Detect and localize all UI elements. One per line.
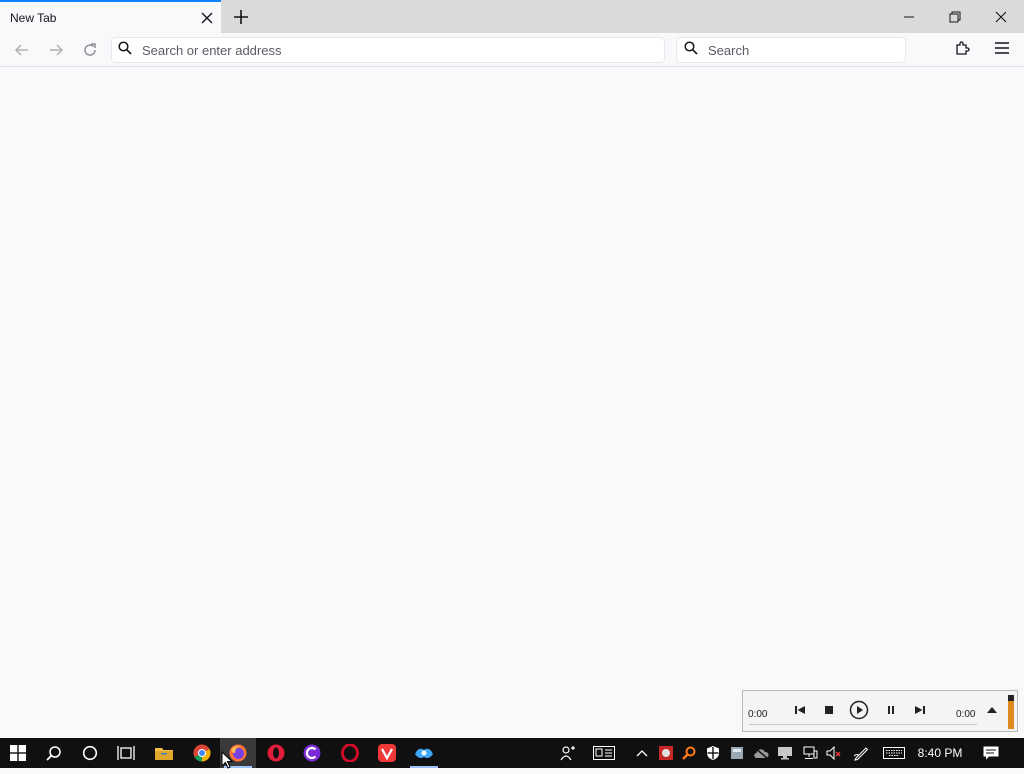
search-icon[interactable] — [36, 738, 72, 768]
menu-button[interactable] — [989, 37, 1015, 63]
media-player-widget: 0:00 0:00 — [742, 690, 1018, 732]
taskbar: 8:40 PM — [0, 738, 1024, 768]
restore-button[interactable] — [932, 0, 978, 33]
play-button[interactable] — [848, 699, 870, 721]
opera-icon[interactable] — [332, 738, 368, 768]
people-icon[interactable] — [556, 738, 580, 768]
volume-muted-icon[interactable] — [823, 738, 845, 768]
cortana-icon[interactable] — [72, 738, 108, 768]
forward-button[interactable] — [43, 37, 69, 63]
reload-button[interactable] — [77, 37, 103, 63]
taskbar-clock[interactable]: 8:40 PM — [912, 738, 968, 768]
tab-new-tab[interactable]: New Tab — [0, 0, 221, 33]
chrome-icon[interactable] — [184, 738, 220, 768]
stop-button[interactable] — [818, 699, 840, 721]
duration-time: 0:00 — [956, 709, 976, 720]
extensions-button[interactable] — [949, 37, 975, 63]
display-icon[interactable] — [775, 738, 795, 768]
search-tool-icon[interactable] — [679, 738, 699, 768]
previous-track-button[interactable] — [789, 699, 811, 721]
expand-player-button[interactable] — [981, 699, 1003, 721]
tab-title: New Tab — [10, 10, 57, 25]
mouse-cursor-icon — [221, 750, 234, 774]
close-window-button[interactable] — [978, 0, 1024, 33]
volume-slider[interactable] — [1008, 695, 1014, 729]
cloud-icon[interactable] — [751, 738, 771, 768]
pause-button[interactable] — [880, 699, 902, 721]
search-icon — [118, 40, 132, 60]
close-tab-icon[interactable] — [196, 7, 218, 29]
opera-gx-icon[interactable] — [258, 738, 294, 768]
next-track-button[interactable] — [909, 699, 931, 721]
elapsed-time: 0:00 — [748, 709, 768, 720]
hamburger-menu-icon — [995, 41, 1009, 59]
puzzle-piece-icon — [954, 40, 970, 61]
seek-bar[interactable] — [749, 724, 977, 725]
search-bar[interactable] — [676, 37, 906, 63]
windows-start-icon[interactable] — [0, 738, 36, 768]
search-input[interactable] — [706, 41, 905, 59]
network-icon[interactable] — [799, 738, 821, 768]
waterfox-icon[interactable] — [406, 738, 442, 768]
file-explorer-icon[interactable] — [146, 738, 182, 768]
ccleaner-icon[interactable] — [294, 738, 330, 768]
tab-strip: New Tab — [0, 0, 1024, 33]
task-view-icon[interactable] — [108, 738, 144, 768]
navigation-toolbar — [0, 33, 1024, 67]
address-input[interactable] — [140, 41, 664, 59]
antivirus-icon[interactable] — [656, 738, 676, 768]
defender-icon[interactable] — [703, 738, 723, 768]
action-center-icon[interactable] — [978, 738, 1004, 768]
back-button[interactable] — [9, 37, 35, 63]
news-icon[interactable] — [590, 738, 618, 768]
pen-icon[interactable] — [850, 738, 872, 768]
disk-icon[interactable] — [727, 738, 747, 768]
search-icon — [684, 40, 698, 60]
new-tab-button[interactable] — [228, 4, 254, 30]
page-content — [0, 68, 1024, 738]
address-bar[interactable] — [111, 37, 665, 63]
minimize-button[interactable] — [886, 0, 932, 33]
vivaldi-icon[interactable] — [369, 738, 405, 768]
keyboard-icon[interactable] — [880, 738, 908, 768]
show-hidden-icons-chevron[interactable] — [632, 738, 652, 768]
